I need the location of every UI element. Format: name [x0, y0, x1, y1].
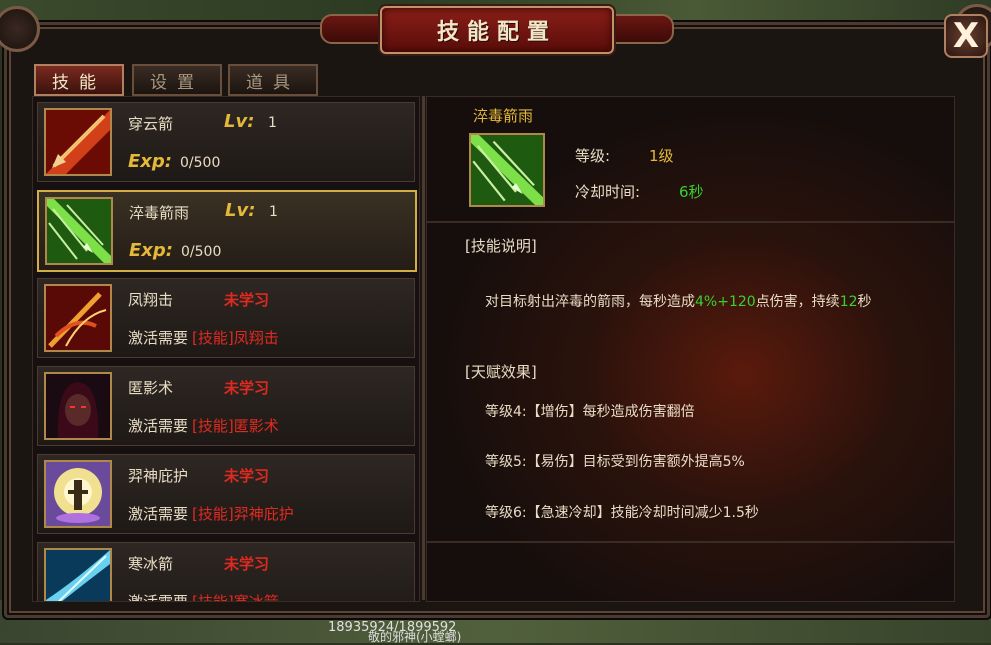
close-icon: X: [952, 16, 980, 56]
skill-name: 寒冰箭: [128, 555, 174, 573]
tab-settings[interactable]: 设置: [132, 64, 222, 96]
requirement-skill: [技能]羿神庇护: [192, 505, 294, 523]
level-label: Lv:: [225, 200, 256, 221]
level-label: Lv:: [224, 111, 255, 132]
talent-item: 等级6:【急速冷却】技能冷却时间减少1.5秒: [485, 505, 759, 521]
skill-description: 对目标射出淬毒的箭雨，每秒造成4%+120点伤害，持续12秒: [485, 291, 872, 311]
requirement-skill: [技能]匿影术: [192, 417, 279, 435]
detail-cooldown-value: 6秒: [679, 183, 704, 201]
fire-arrow-icon: [44, 108, 112, 176]
panel-divider: [422, 96, 425, 600]
skill-name: 凤翔击: [128, 291, 174, 309]
detail-level-label: 等级:: [575, 147, 611, 165]
skill-list[interactable]: 穿云箭 Lv: 1 Exp: 0/500 淬毒箭雨 Lv: 1 Exp: 0/5…: [32, 96, 420, 602]
requirement-label: 激活需要: [128, 329, 189, 347]
description-text: 点伤害，持续: [755, 294, 840, 310]
skill-row-niyingshu[interactable]: 匿影术 未学习 激活需要 [技能]匿影术: [37, 366, 415, 446]
tab-items[interactable]: 道具: [228, 64, 318, 96]
skill-row-chuanyunjian[interactable]: 穿云箭 Lv: 1 Exp: 0/500: [37, 102, 415, 182]
skill-row-hanbingjian[interactable]: 寒冰箭 未学习 激活需要 [技能]寒冰箭: [37, 542, 415, 602]
detail-cooldown-label: 冷却时间:: [575, 183, 641, 201]
unlearned-status: 未学习: [224, 291, 270, 309]
skill-row-cuiduijianyu[interactable]: 淬毒箭雨 Lv: 1 Exp: 0/500: [37, 190, 417, 272]
description-title: [技能说明]: [465, 237, 537, 255]
exp-label: Exp:: [129, 240, 173, 261]
description-value: 120: [728, 294, 756, 310]
phoenix-strike-icon: [44, 284, 112, 352]
ice-arrow-icon: [44, 548, 112, 601]
exp-value: 0/500: [180, 155, 221, 171]
window-title-text: 技能配置: [436, 20, 557, 45]
requirement-label: 激活需要: [128, 417, 189, 435]
unlearned-status: 未学习: [224, 379, 270, 397]
poison-arrow-rain-icon: [45, 197, 113, 265]
skill-name: 匿影术: [128, 379, 174, 397]
description-value: 12: [839, 294, 858, 310]
level-value: 1: [268, 115, 277, 131]
skill-row-fengxiangji[interactable]: 凤翔击 未学习 激活需要 [技能]凤翔击: [37, 278, 415, 358]
window-title: 技能配置: [380, 6, 614, 54]
world-player-name: 敬的邪神(小螳螂): [368, 630, 462, 644]
talent-item: 等级5:【易伤】目标受到伤害额外提高5%: [485, 454, 745, 470]
requirement-skill: [技能]寒冰箭: [192, 593, 279, 602]
talent-item: 等级4:【增伤】每秒造成伤害翻倍: [485, 404, 695, 420]
requirement-label: 激活需要: [128, 505, 189, 523]
poison-arrow-rain-icon: [469, 133, 545, 207]
unlearned-status: 未学习: [224, 555, 270, 573]
section-divider: [427, 541, 954, 543]
level-value: 1: [269, 204, 278, 220]
skill-name: 穿云箭: [128, 115, 174, 133]
detail-level-value: 1级: [649, 147, 674, 165]
skill-name: 淬毒箭雨: [129, 204, 190, 222]
shadow-hood-icon: [44, 372, 112, 440]
description-text: 对目标射出淬毒的箭雨，每秒造成: [485, 294, 695, 310]
divine-protection-icon: [44, 460, 112, 528]
skill-name: 羿神庇护: [128, 467, 189, 485]
detail-skill-name: 淬毒箭雨: [473, 107, 534, 125]
description-value: 4%: [695, 294, 718, 310]
description-text: 秒: [857, 294, 872, 310]
section-divider: [427, 221, 954, 223]
requirement-label: 激活需要: [128, 593, 189, 602]
talent-title: [天赋效果]: [465, 363, 537, 381]
skill-row-yishenbihu[interactable]: 羿神庇护 未学习 激活需要 [技能]羿神庇护: [37, 454, 415, 534]
close-button[interactable]: X: [944, 14, 988, 58]
exp-label: Exp:: [128, 151, 172, 172]
skill-detail-panel: 淬毒箭雨 等级: 1级 冷却时间: 6秒 [技能说明] 对目标射出淬毒的箭雨，每…: [426, 96, 955, 602]
description-text: +: [717, 294, 729, 310]
tab-skills[interactable]: 技能: [34, 64, 124, 96]
requirement-skill: [技能]凤翔击: [192, 329, 279, 347]
unlearned-status: 未学习: [224, 467, 270, 485]
exp-value: 0/500: [181, 244, 222, 260]
